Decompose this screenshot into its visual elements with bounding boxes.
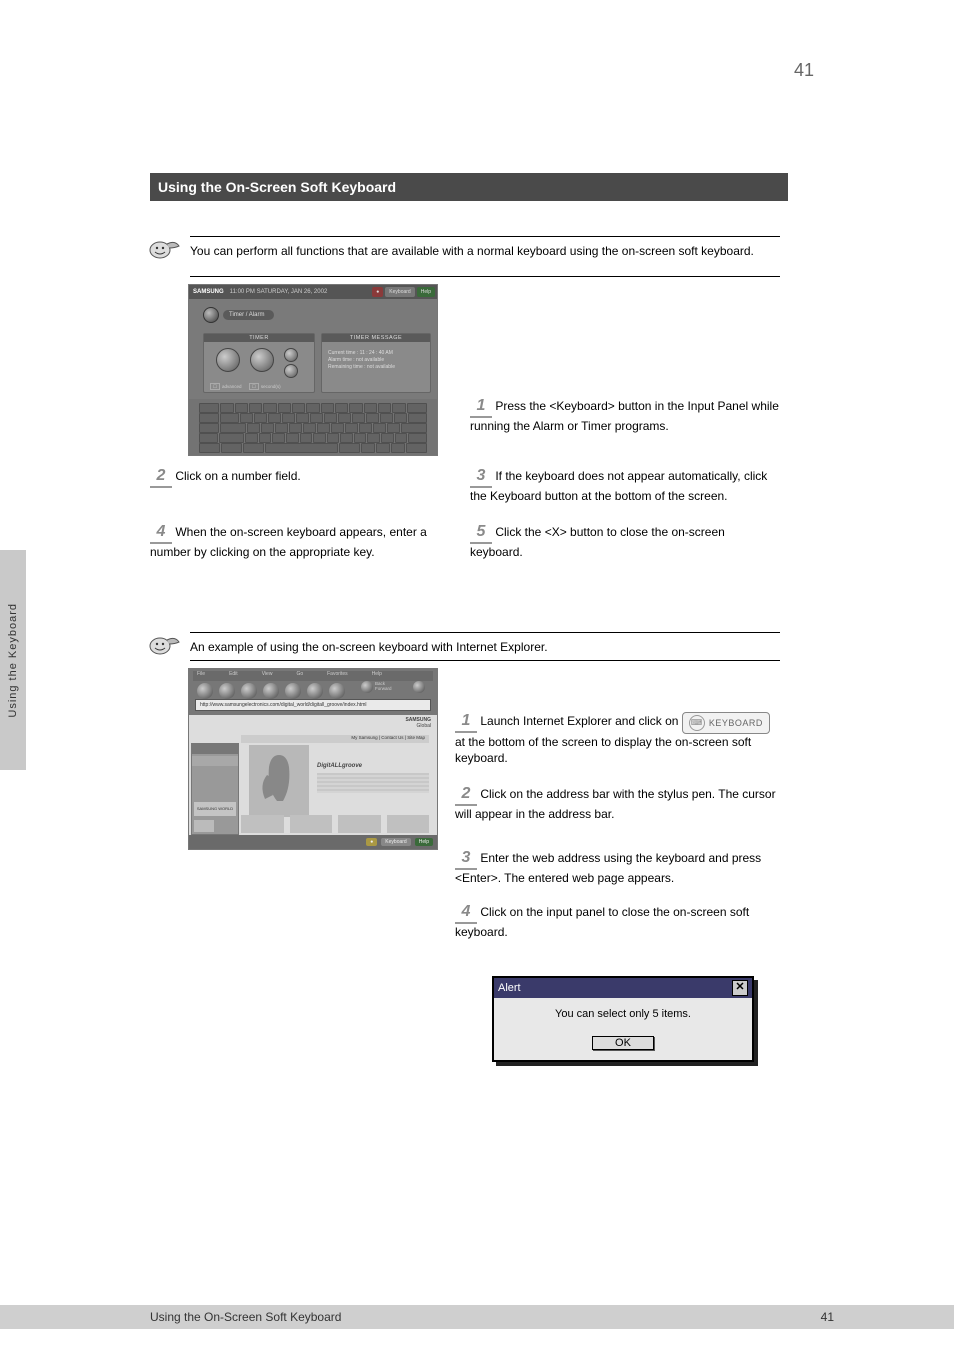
browser-content: SAMSUNG Global My Samsung | Contact Us |… [189,715,437,835]
page-footer: Using the On-Screen Soft Keyboard 41 [0,1305,954,1329]
browser-footer: ● Keyboard Help [189,835,437,849]
rec-button[interactable]: ● [372,287,383,297]
thumb-row [241,815,429,833]
divider [190,276,780,277]
tip-text: An example of using the on-screen keyboa… [190,640,780,656]
panel-title: TIMER MESSAGE [322,334,430,342]
close-icon[interactable]: ✕ [732,980,748,996]
panel-title: TIMER [204,334,314,342]
page-number-top: 41 [794,60,814,81]
panel-timer-message: TIMER MESSAGE Current time : 11 : 24 : 4… [321,333,431,393]
soft-keyboard[interactable] [189,399,437,455]
clock-icon [203,307,219,323]
app-header: SAMSUNG 11:00 PM SATURDAY, JAN 26, 2002 … [189,285,437,299]
step-number-icon: 2 [150,468,172,488]
side-tab: Using the Keyboard [0,550,26,770]
knob-hours[interactable] [216,348,240,372]
step-3: 3 Enter the web address using the keyboa… [455,850,780,886]
knob-seconds-up[interactable] [284,348,298,362]
tip-text: You can perform all functions that are a… [190,244,780,260]
tip-icon [145,238,181,268]
step-number-icon: 3 [470,468,492,488]
step-number-icon: 4 [150,524,172,544]
nav-refresh-icon[interactable] [263,683,279,699]
step-number-icon: 1 [455,713,477,733]
readout-alarm-time: Alarm time : not available [328,357,395,364]
brand-label: SAMSUNG [193,289,224,295]
step-2: 2 Click on the address bar with the styl… [455,786,780,822]
keyboard-button[interactable]: Keyboard [385,287,414,297]
nav-forward-icon[interactable] [219,683,235,699]
step-1: 1 Launch Internet Explorer and click on … [455,712,780,766]
nav-home-icon[interactable] [285,683,301,699]
nav-stop-icon[interactable] [241,683,257,699]
nav-small-icon[interactable] [413,681,425,693]
step-number-icon: 2 [455,786,477,806]
ok-button[interactable]: OK [592,1036,654,1050]
step-number-icon: 3 [455,850,477,870]
brand-sub: Global [405,723,431,729]
side-tab-label: Using the Keyboard [7,603,19,718]
step-2: 2 Click on a number field. [150,468,440,488]
tab-timer-alarm[interactable]: Timer / Alarm [223,310,274,320]
datetime-label: 11:00 PM SATURDAY, JAN 26, 2002 [230,289,328,295]
screenshot-timer-alarm: SAMSUNG 11:00 PM SATURDAY, JAN 26, 2002 … [188,284,438,456]
step-number-icon: 5 [470,524,492,544]
checkbox-seconds[interactable]: ☐ [249,383,259,390]
readout-current-time: Current time : 11 : 24 : 40 AM [328,350,395,357]
nav-small-icon[interactable] [361,681,373,693]
browser-toolbar: FileEditViewGoFavoritesHelp BackForward … [189,669,437,715]
checkbox-label: advanced [222,384,242,389]
step-number-icon: 4 [455,904,477,924]
knob-seconds-down[interactable] [284,364,298,378]
footer-page-number: 41 [821,1310,834,1324]
step-number-icon: 1 [470,398,492,418]
alert-dialog: Alert ✕ You can select only 5 items. OK [492,976,754,1062]
footer-title: Using the On-Screen Soft Keyboard [150,1310,341,1324]
rec-button[interactable]: ● [366,838,377,846]
flag-icon [194,820,214,832]
dialog-title: Alert [498,982,521,994]
divider [190,632,780,633]
screenshot-browser: FileEditViewGoFavoritesHelp BackForward … [188,668,438,850]
readout-remaining-time: Remaining time : not available [328,364,395,371]
toolbar-text: BackForward [375,682,392,692]
knob-minutes[interactable] [250,348,274,372]
address-bar[interactable]: http://www.samsungelectronics.com/digita… [195,699,431,711]
site-tabs[interactable]: My Samsung | Contact Us | Site Map [241,735,429,743]
nav-search-icon[interactable] [307,683,323,699]
step-1: 1 Press the <Keyboard> button in the Inp… [470,398,780,434]
sidebar: SAMSUNG WORLD [191,743,239,835]
panel-timer: TIMER ☐advanced ☐second(s) [203,333,315,393]
step-4: 4 When the on-screen keyboard appears, e… [150,524,440,560]
keyboard-button[interactable]: Keyboard [381,838,410,846]
help-button[interactable]: Help [417,287,435,297]
sidebar-badge[interactable]: SAMSUNG WORLD [194,802,236,816]
body-text-placeholder [317,773,429,793]
checkbox-label: second(s) [261,384,281,389]
step-3: 3 If the keyboard does not appear automa… [470,468,780,504]
hero-image [249,745,309,817]
nav-favorites-icon[interactable] [329,683,345,699]
divider [190,236,780,237]
help-button[interactable]: Help [415,838,433,846]
section-header: Using the On-Screen Soft Keyboard [150,173,788,201]
tip-icon [145,634,181,664]
headline: DigitALLgroove [317,763,429,769]
dialog-body: You can select only 5 items. [494,998,752,1030]
step-4: 4 Click on the input panel to close the … [455,904,780,940]
divider [190,660,780,661]
checkbox-advanced[interactable]: ☐ [210,383,220,390]
step-5: 5 Click the <X> button to close the on-s… [470,524,780,560]
menu-bar[interactable]: FileEditViewGoFavoritesHelp [193,671,433,681]
keyboard-pill-icon: ⌨ KEYBOARD [682,712,770,734]
nav-back-icon[interactable] [197,683,213,699]
